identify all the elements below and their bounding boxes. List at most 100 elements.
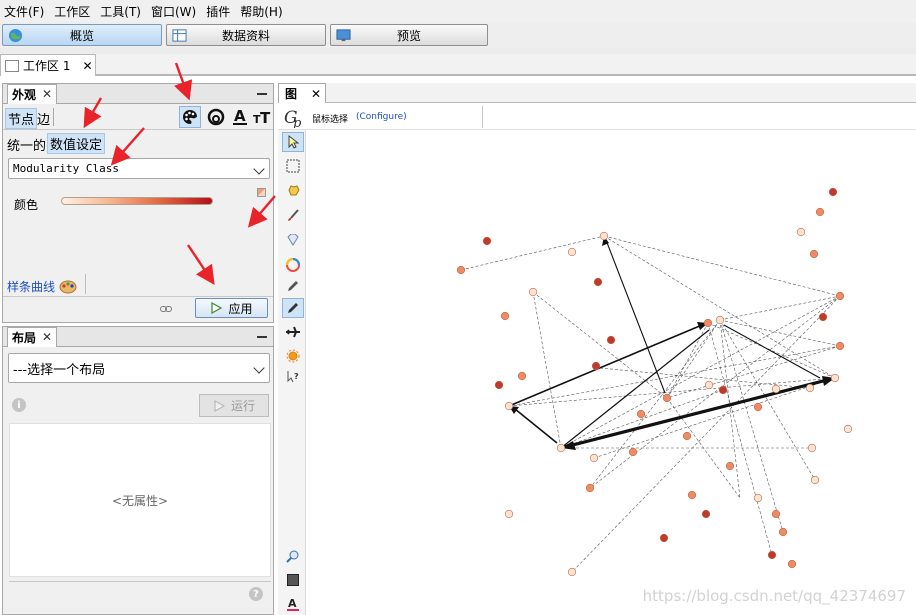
graph-node[interactable]	[599, 231, 609, 241]
tab-nodes[interactable]: 节点	[5, 108, 38, 129]
workspace-tab-close[interactable]: ✕	[82, 59, 92, 73]
select-tool[interactable]	[282, 132, 304, 152]
menu-file[interactable]: 文件(F)	[4, 3, 44, 20]
graph-node[interactable]	[659, 533, 669, 543]
configure-link[interactable]: (Configure)	[356, 112, 407, 122]
spline-link[interactable]: 样条曲线	[7, 278, 77, 295]
color-palette-button[interactable]	[179, 106, 201, 128]
layout-tab[interactable]: 布局 ✕	[7, 326, 58, 347]
shortest-path-tool[interactable]	[282, 322, 304, 342]
graph-node[interactable]	[591, 361, 601, 371]
attribute-select[interactable]: Modularity Class	[8, 158, 270, 179]
graph-node[interactable]	[593, 277, 603, 287]
minimize-icon[interactable]	[257, 93, 267, 95]
graph-node[interactable]	[585, 483, 595, 493]
graph-node[interactable]	[818, 312, 828, 322]
menu-plugins[interactable]: 插件	[206, 3, 230, 20]
graph-node[interactable]	[456, 265, 466, 275]
sizer-tool[interactable]	[282, 230, 304, 250]
size-button[interactable]	[205, 106, 227, 128]
graph-node[interactable]	[704, 380, 714, 390]
heat-map-tool[interactable]	[282, 346, 304, 366]
graph-node[interactable]	[494, 380, 504, 390]
graph-canvas[interactable]: https://blog.csdn.net/qq_42374697	[306, 130, 916, 615]
menu-tools[interactable]: 工具(T)	[100, 3, 141, 20]
graph-tab[interactable]: 图 ✕	[278, 83, 326, 103]
graph-node[interactable]	[504, 509, 514, 519]
graph-node[interactable]	[771, 509, 781, 519]
pencil-tool[interactable]	[282, 276, 304, 296]
graph-node[interactable]	[556, 443, 566, 453]
label-tool[interactable]: A	[282, 594, 304, 614]
graph-node[interactable]	[589, 453, 599, 463]
graph-node[interactable]	[787, 559, 797, 569]
graph-node[interactable]	[753, 402, 763, 412]
label-color-button[interactable]: A	[229, 106, 251, 128]
menu-workspace[interactable]: 工作区	[54, 3, 90, 20]
graph-node[interactable]	[810, 475, 820, 485]
menu-window[interactable]: 窗口(W)	[151, 3, 196, 20]
chain-icon[interactable]	[160, 304, 172, 314]
graph-node[interactable]	[767, 550, 777, 560]
graph-node[interactable]	[805, 383, 815, 393]
help-icon[interactable]: ?	[249, 587, 263, 601]
label-size-button[interactable]: TT	[251, 106, 273, 128]
workspace-tab[interactable]: 工作区 1 ✕	[0, 54, 96, 76]
data-lab-button[interactable]: 数据资料	[166, 24, 326, 46]
graph-node[interactable]	[809, 249, 819, 259]
layout-select[interactable]: ---选择一个布局	[8, 353, 270, 383]
graph-node[interactable]	[682, 431, 692, 441]
graph-node[interactable]	[567, 567, 577, 577]
info-icon[interactable]: i	[12, 398, 26, 412]
graph-node[interactable]	[628, 447, 638, 457]
graph-node[interactable]	[687, 490, 697, 500]
graph-node[interactable]	[815, 207, 825, 217]
graph-node[interactable]	[567, 247, 577, 257]
graph-node[interactable]	[636, 409, 646, 419]
minimize-icon[interactable]	[257, 336, 267, 338]
graph-node[interactable]	[703, 318, 713, 328]
graph-node[interactable]	[753, 493, 763, 503]
graph-node[interactable]	[725, 461, 735, 471]
color-gradient-bar[interactable]	[61, 197, 213, 205]
background-color-tool[interactable]	[282, 570, 304, 590]
graph-node[interactable]	[807, 443, 817, 453]
apply-button[interactable]: 应用	[195, 298, 268, 318]
graph-node[interactable]	[606, 335, 616, 345]
graph-node[interactable]	[701, 509, 711, 519]
zoom-tool[interactable]	[282, 546, 304, 566]
tab-partition[interactable]: 数值设定	[47, 133, 106, 154]
rectangle-select-tool[interactable]	[282, 156, 304, 176]
graph-node[interactable]	[500, 311, 510, 321]
graph-node[interactable]	[662, 393, 672, 403]
graph-node[interactable]	[778, 527, 788, 537]
edge-pencil-tool[interactable]	[282, 298, 304, 318]
appearance-close[interactable]: ✕	[42, 87, 52, 101]
palette-grid-icon[interactable]	[257, 188, 266, 197]
tab-edges[interactable]: 边	[37, 109, 50, 128]
drag-tool[interactable]	[282, 180, 304, 200]
painter-tool[interactable]	[282, 206, 304, 226]
graph-node[interactable]	[528, 287, 538, 297]
graph-node[interactable]	[843, 424, 853, 434]
edit-tool[interactable]: ?	[282, 368, 304, 388]
run-button[interactable]: 运行	[199, 394, 269, 417]
layout-close[interactable]: ✕	[42, 330, 52, 344]
color-tool[interactable]	[282, 254, 304, 274]
overview-button[interactable]: 概览	[2, 24, 162, 46]
graph-node[interactable]	[835, 341, 845, 351]
graph-node[interactable]	[482, 236, 492, 246]
graph-node[interactable]	[828, 187, 838, 197]
graph-node[interactable]	[771, 384, 781, 394]
menu-help[interactable]: 帮助(H)	[240, 3, 282, 20]
graph-node[interactable]	[830, 373, 840, 383]
tab-unique[interactable]: 统一的	[7, 135, 46, 154]
preview-button[interactable]: 预览	[330, 24, 488, 46]
graph-node[interactable]	[718, 385, 728, 395]
appearance-tab[interactable]: 外观 ✕	[7, 83, 58, 104]
graph-node[interactable]	[715, 315, 725, 325]
graph-node[interactable]	[504, 401, 514, 411]
graph-node[interactable]	[796, 227, 806, 237]
graph-node[interactable]	[517, 371, 527, 381]
graph-tab-close[interactable]: ✕	[311, 87, 321, 101]
